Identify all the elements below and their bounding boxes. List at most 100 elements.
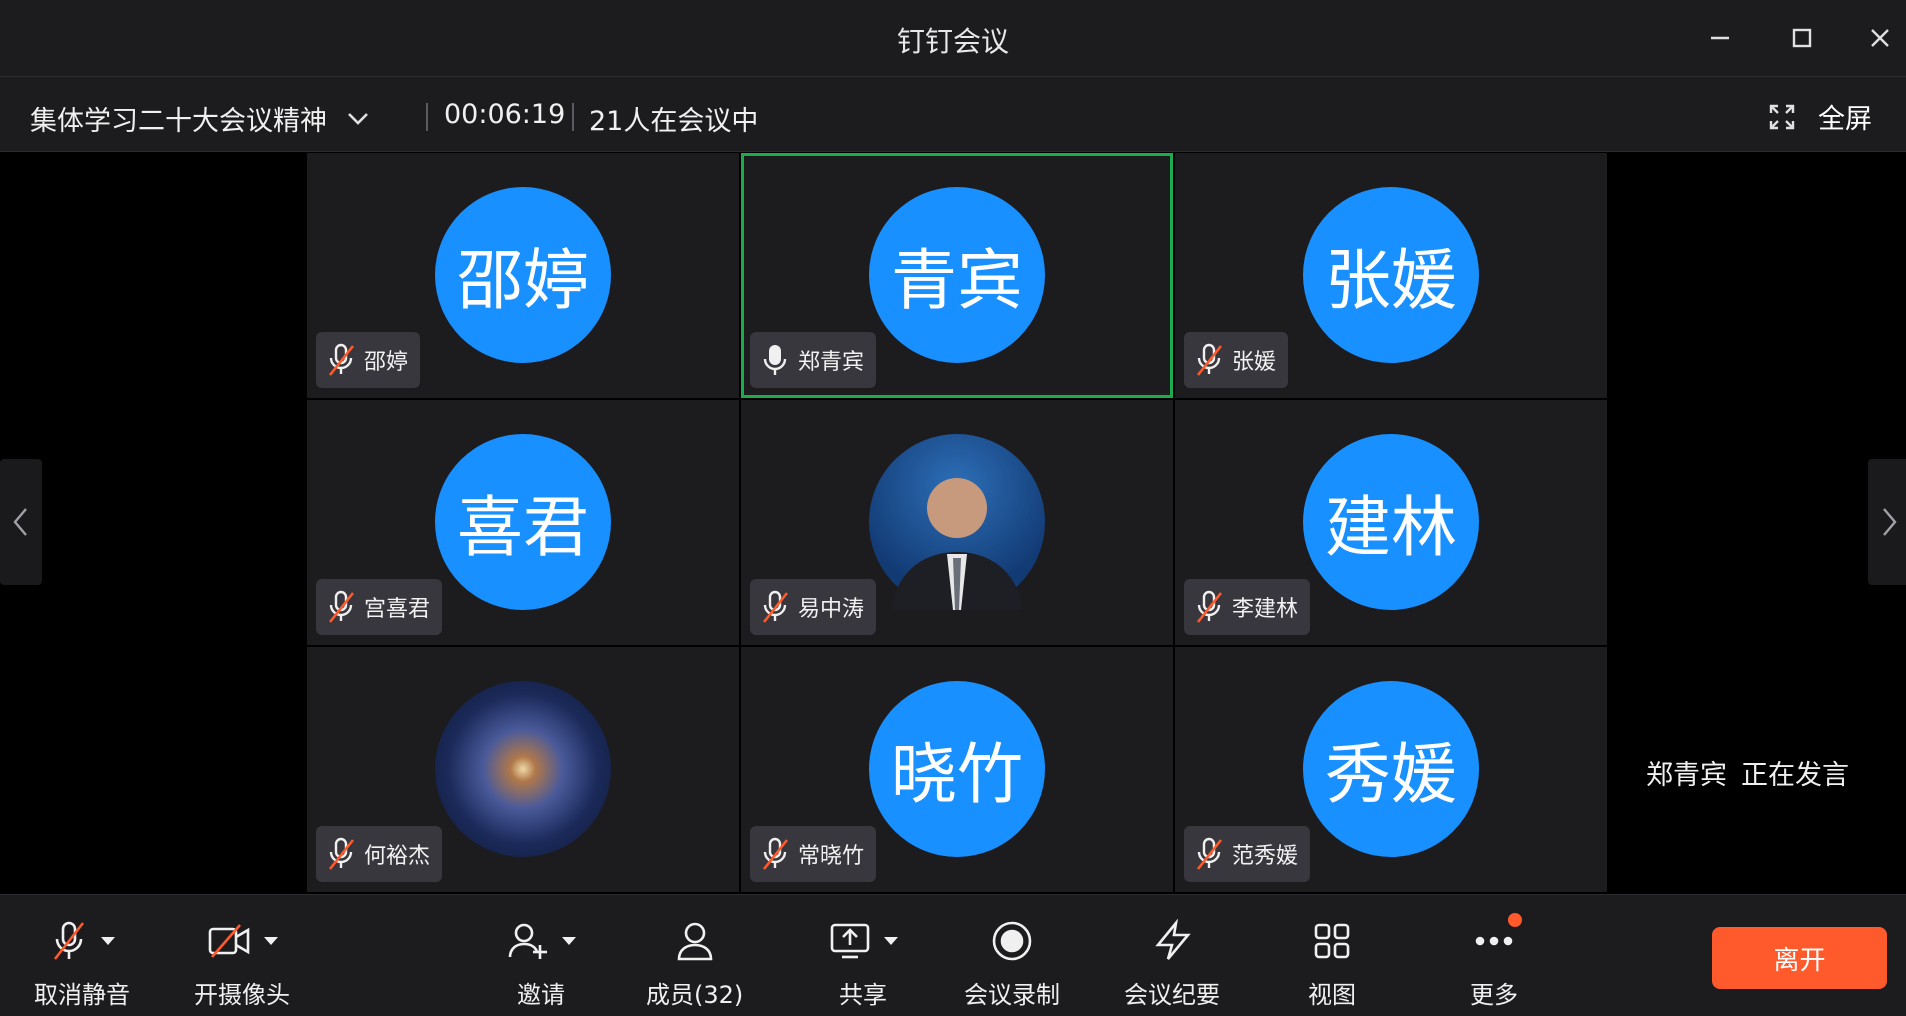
camera-label: 开摄像头 [194, 981, 290, 1009]
speaker-status: 正在发言 [1741, 760, 1849, 791]
meeting-timer: 00:06:19 [444, 99, 566, 130]
minutes-label: 会议纪要 [1124, 981, 1220, 1009]
more-label: 更多 [1470, 981, 1518, 1009]
participant-tile[interactable]: 秀媛 范秀媛 [1175, 647, 1607, 892]
minutes-icon [1155, 919, 1191, 960]
fullscreen-button[interactable]: 全屏 [1768, 97, 1872, 136]
participant-name-tag: 郑青宾 [750, 332, 877, 388]
participant-name-tag: 李建林 [1184, 579, 1311, 635]
participant-name-tag: 范秀媛 [1184, 826, 1311, 882]
caret-down-icon [884, 937, 898, 945]
caret-down-icon [562, 937, 576, 945]
window-title: 钉钉会议 [896, 25, 1009, 58]
maximize-button[interactable] [1782, 18, 1822, 58]
record-button[interactable]: 会议录制 [964, 915, 1060, 1010]
participant-tile[interactable]: 建林 李建林 [1175, 400, 1607, 645]
meeting-toolbar: 取消静音 开摄像头 邀请 成员(32) 共享 会议录制 会议纪要 视图 更多 离… [0, 894, 1906, 1016]
view-label: 视图 [1308, 981, 1356, 1009]
participant-avatar: 秀媛 [1303, 681, 1479, 857]
minimize-button[interactable] [1700, 18, 1740, 58]
fullscreen-icon [1769, 104, 1795, 129]
participant-name-tag: 何裕杰 [316, 826, 443, 882]
members-button[interactable]: 成员(32) [646, 915, 743, 1010]
mic-muted-icon [1196, 343, 1223, 376]
invite-label: 邀请 [517, 981, 565, 1009]
participant-avatar: 晓竹 [869, 681, 1045, 857]
mic-muted-icon [1196, 590, 1223, 623]
mic-muted-icon [328, 343, 355, 376]
minimize-icon [1711, 36, 1729, 40]
share-label: 共享 [839, 981, 887, 1009]
participant-tile[interactable]: 易中涛 [741, 400, 1173, 645]
participant-name: 邵婷 [364, 350, 409, 375]
participant-name-tag: 易中涛 [750, 579, 877, 635]
camera-off-icon [208, 924, 250, 958]
participant-name-tag: 常晓竹 [750, 826, 877, 882]
participant-name-tag: 宫喜君 [316, 579, 443, 635]
participant-avatar: 邵婷 [435, 187, 611, 363]
record-icon [992, 921, 1032, 961]
fullscreen-label: 全屏 [1818, 104, 1872, 135]
participant-name: 张媛 [1232, 350, 1277, 375]
divider [426, 103, 428, 131]
minutes-button[interactable]: 会议纪要 [1124, 915, 1220, 1010]
caret-down-icon [264, 937, 278, 945]
members-icon [677, 922, 712, 961]
participant-tile[interactable]: 张媛 张媛 [1175, 153, 1607, 398]
video-stage: 邵婷 邵婷 青宾 郑青宾 张媛 张媛 喜君 宫喜君 易中涛 建林 李建林 何裕杰 晓竹 常晓竹 秀媛 范秀媛 … [0, 153, 1906, 893]
title-bar: 钉钉会议 [0, 0, 1906, 76]
participant-name: 常晓竹 [798, 844, 865, 869]
mic-muted-icon [53, 921, 85, 960]
view-button[interactable]: 视图 [1308, 915, 1356, 1010]
person-photo [891, 478, 1023, 610]
participant-tile[interactable]: 何裕杰 [307, 647, 739, 892]
participant-count: 21人在会议中 [589, 106, 759, 137]
record-label: 会议录制 [964, 981, 1060, 1009]
close-icon [1871, 29, 1889, 47]
speaker-name: 郑青宾 [1646, 760, 1727, 791]
participant-name: 何裕杰 [364, 844, 431, 869]
participant-avatar: 张媛 [1303, 187, 1479, 363]
participant-name-tag: 邵婷 [316, 332, 421, 388]
participant-tile[interactable]: 邵婷 邵婷 [307, 153, 739, 398]
mic-muted-icon [328, 837, 355, 870]
participant-avatar: 喜君 [435, 434, 611, 610]
participant-tile[interactable]: 喜君 宫喜君 [307, 400, 739, 645]
maximize-icon [1792, 28, 1812, 48]
participant-grid: 邵婷 邵婷 青宾 郑青宾 张媛 张媛 喜君 宫喜君 易中涛 建林 李建林 何裕杰 晓竹 常晓竹 秀媛 范秀媛 [307, 153, 1607, 893]
divider [572, 103, 574, 131]
participant-avatar [869, 434, 1045, 610]
more-icon [1475, 936, 1513, 946]
leave-button[interactable]: 离开 [1712, 927, 1887, 989]
participant-name: 范秀媛 [1232, 844, 1299, 869]
meeting-name-dropdown[interactable]: 集体学习二十大会议精神 [30, 99, 371, 138]
mic-icon [763, 345, 787, 375]
participant-tile[interactable]: 晓竹 常晓竹 [741, 647, 1173, 892]
chevron-left-icon [13, 508, 27, 536]
mic-muted-icon [762, 837, 789, 870]
participant-avatar: 建林 [1303, 434, 1479, 610]
mic-muted-icon [328, 590, 355, 623]
chevron-right-icon [1883, 508, 1897, 536]
unmute-label: 取消静音 [34, 981, 130, 1009]
prev-page-button[interactable] [0, 459, 42, 585]
active-speaker-indicator: 郑青宾 正在发言 [1646, 753, 1849, 792]
invite-button[interactable]: 邀请 [506, 915, 576, 1010]
close-button[interactable] [1860, 18, 1900, 58]
grid-view-icon [1314, 923, 1350, 959]
share-screen-icon [830, 923, 870, 959]
camera-button[interactable]: 开摄像头 [194, 915, 290, 1010]
participant-name-tag: 张媛 [1184, 332, 1289, 388]
participant-name: 郑青宾 [798, 350, 865, 375]
caret-down-icon [101, 937, 115, 945]
participant-name: 宫喜君 [364, 597, 431, 622]
notification-dot [1508, 913, 1522, 927]
members-label: 成员(32) [646, 981, 744, 1009]
unmute-button[interactable]: 取消静音 [34, 915, 130, 1010]
mic-muted-icon [762, 590, 789, 623]
participant-tile[interactable]: 青宾 郑青宾 [741, 153, 1173, 398]
meeting-info-bar: 集体学习二十大会议精神 00:06:19 21人在会议中 全屏 [0, 76, 1906, 152]
more-button[interactable]: 更多 [1470, 913, 1522, 1010]
next-page-button[interactable] [1868, 459, 1906, 585]
share-button[interactable]: 共享 [828, 915, 898, 1010]
